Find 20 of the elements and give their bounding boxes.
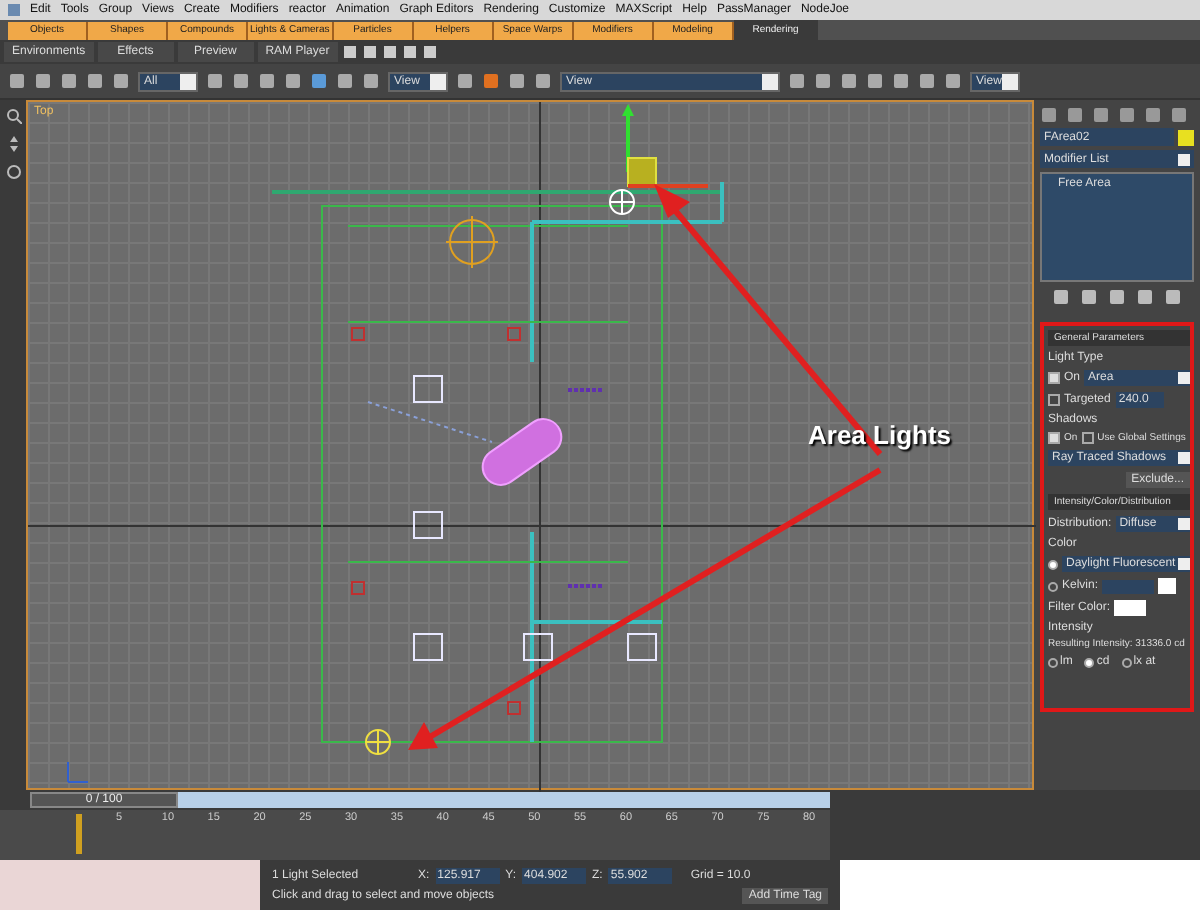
checkbox[interactable]	[1081, 432, 1094, 444]
pan-icon[interactable]	[5, 136, 21, 152]
checkbox[interactable]	[1048, 394, 1060, 406]
orbit-icon[interactable]	[5, 164, 21, 180]
crosshair-circle-icon	[445, 215, 499, 269]
checkbox[interactable]	[1048, 432, 1060, 444]
radio-button[interactable]	[1048, 559, 1058, 569]
color-swatch[interactable]	[1158, 578, 1177, 594]
color-swatch[interactable]	[1114, 600, 1147, 616]
zoom-icon[interactable]	[5, 108, 21, 124]
radio-button[interactable]	[1048, 581, 1058, 591]
radio-button[interactable]	[1084, 657, 1095, 667]
radio-button[interactable]	[1048, 657, 1058, 667]
checkbox[interactable]	[1048, 372, 1060, 384]
area-light-icon	[365, 729, 391, 755]
radio-button[interactable]	[1121, 657, 1132, 667]
annotation-label: Area Lights	[808, 418, 952, 454]
light-gizmo-drawing[interactable]	[609, 104, 708, 215]
kelvin-field[interactable]	[1102, 579, 1155, 593]
color-swatch[interactable]	[1178, 129, 1194, 145]
